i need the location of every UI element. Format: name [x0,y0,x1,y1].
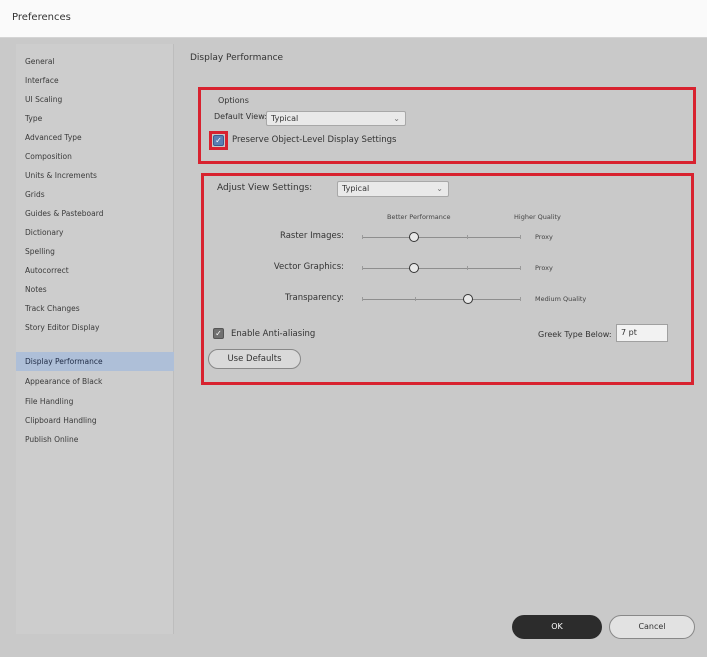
adjust-view-label: Adjust View Settings: [217,183,313,193]
title-bar: Preferences [0,0,707,38]
default-view-label: Default View: [214,112,268,121]
sidebar-item-spelling[interactable]: Spelling [16,242,174,261]
anti-aliasing-label: Enable Anti-aliasing [231,329,316,339]
sidebar: General Interface UI Scaling Type Advanc… [16,44,174,634]
vector-graphics-track[interactable] [362,268,520,269]
slider-tick [414,297,416,301]
sidebar-item-advanced-type[interactable]: Advanced Type [16,128,174,147]
sidebar-item-file-handling[interactable]: File Handling [16,392,174,411]
sidebar-item-grids[interactable]: Grids [16,185,174,204]
window-title: Preferences [12,12,71,23]
options-group-title: Options [218,96,249,105]
transparency-thumb[interactable] [462,294,473,304]
panel-title: Display Performance [190,53,284,63]
preserve-settings-checkbox[interactable]: ✓ [213,135,224,146]
sidebar-item-display-performance[interactable]: Display Performance [16,352,174,371]
better-performance-label: Better Performance [387,213,451,221]
slider-tick [467,235,469,239]
vector-graphics-label: Vector Graphics: [273,262,344,272]
sidebar-item-interface[interactable]: Interface [16,71,174,90]
chevron-down-icon: ⌄ [393,114,400,123]
sidebar-item-type[interactable]: Type [16,109,174,128]
sidebar-item-ui-scaling[interactable]: UI Scaling [16,90,174,109]
greek-type-label: Greek Type Below: [538,330,612,339]
chevron-down-icon: ⌄ [436,184,443,193]
sidebar-item-clipboard-handling[interactable]: Clipboard Handling [16,411,174,430]
slider-tick [362,266,363,270]
transparency-track[interactable] [362,299,520,300]
adjust-view-value: Typical [342,184,370,193]
transparency-label: Transparency: [285,293,344,303]
sidebar-item-general[interactable]: General [16,52,174,71]
anti-aliasing-checkbox[interactable]: ✓ [213,328,224,339]
sidebar-item-composition[interactable]: Composition [16,147,174,166]
slider-tick [520,235,521,239]
sidebar-item-track-changes[interactable]: Track Changes [16,299,174,318]
slider-tick [362,235,363,239]
higher-quality-label: Higher Quality [514,213,561,221]
sidebar-item-dictionary[interactable]: Dictionary [16,223,174,242]
raster-images-label: Raster Images: [279,231,344,241]
slider-tick [520,297,521,301]
transparency-value: Medium Quality [535,295,587,303]
raster-images-track[interactable] [362,237,520,238]
slider-tick [467,266,469,270]
slider-tick [520,266,521,270]
greek-type-input[interactable]: 7 pt [616,324,668,342]
ok-button[interactable]: OK [512,615,602,639]
default-view-value: Typical [271,114,299,123]
default-view-dropdown[interactable]: Typical ⌄ [266,111,406,126]
raster-images-value: Proxy [535,233,553,241]
sidebar-item-guides-pasteboard[interactable]: Guides & Pasteboard [16,204,174,223]
preferences-dialog: Preferences General Interface UI Scaling… [0,0,707,657]
sidebar-item-story-editor-display[interactable]: Story Editor Display [16,318,174,337]
sidebar-item-units-increments[interactable]: Units & Increments [16,166,174,185]
sidebar-item-appearance-of-black[interactable]: Appearance of Black [16,372,174,391]
use-defaults-button[interactable]: Use Defaults [208,349,301,369]
adjust-view-dropdown[interactable]: Typical ⌄ [337,181,449,197]
vector-graphics-value: Proxy [535,264,553,272]
sidebar-item-publish-online[interactable]: Publish Online [16,430,174,449]
cancel-button[interactable]: Cancel [609,615,695,639]
slider-tick [362,297,363,301]
preserve-settings-label: Preserve Object-Level Display Settings [232,135,397,145]
sidebar-item-autocorrect[interactable]: Autocorrect [16,261,174,280]
sidebar-item-notes[interactable]: Notes [16,280,174,299]
